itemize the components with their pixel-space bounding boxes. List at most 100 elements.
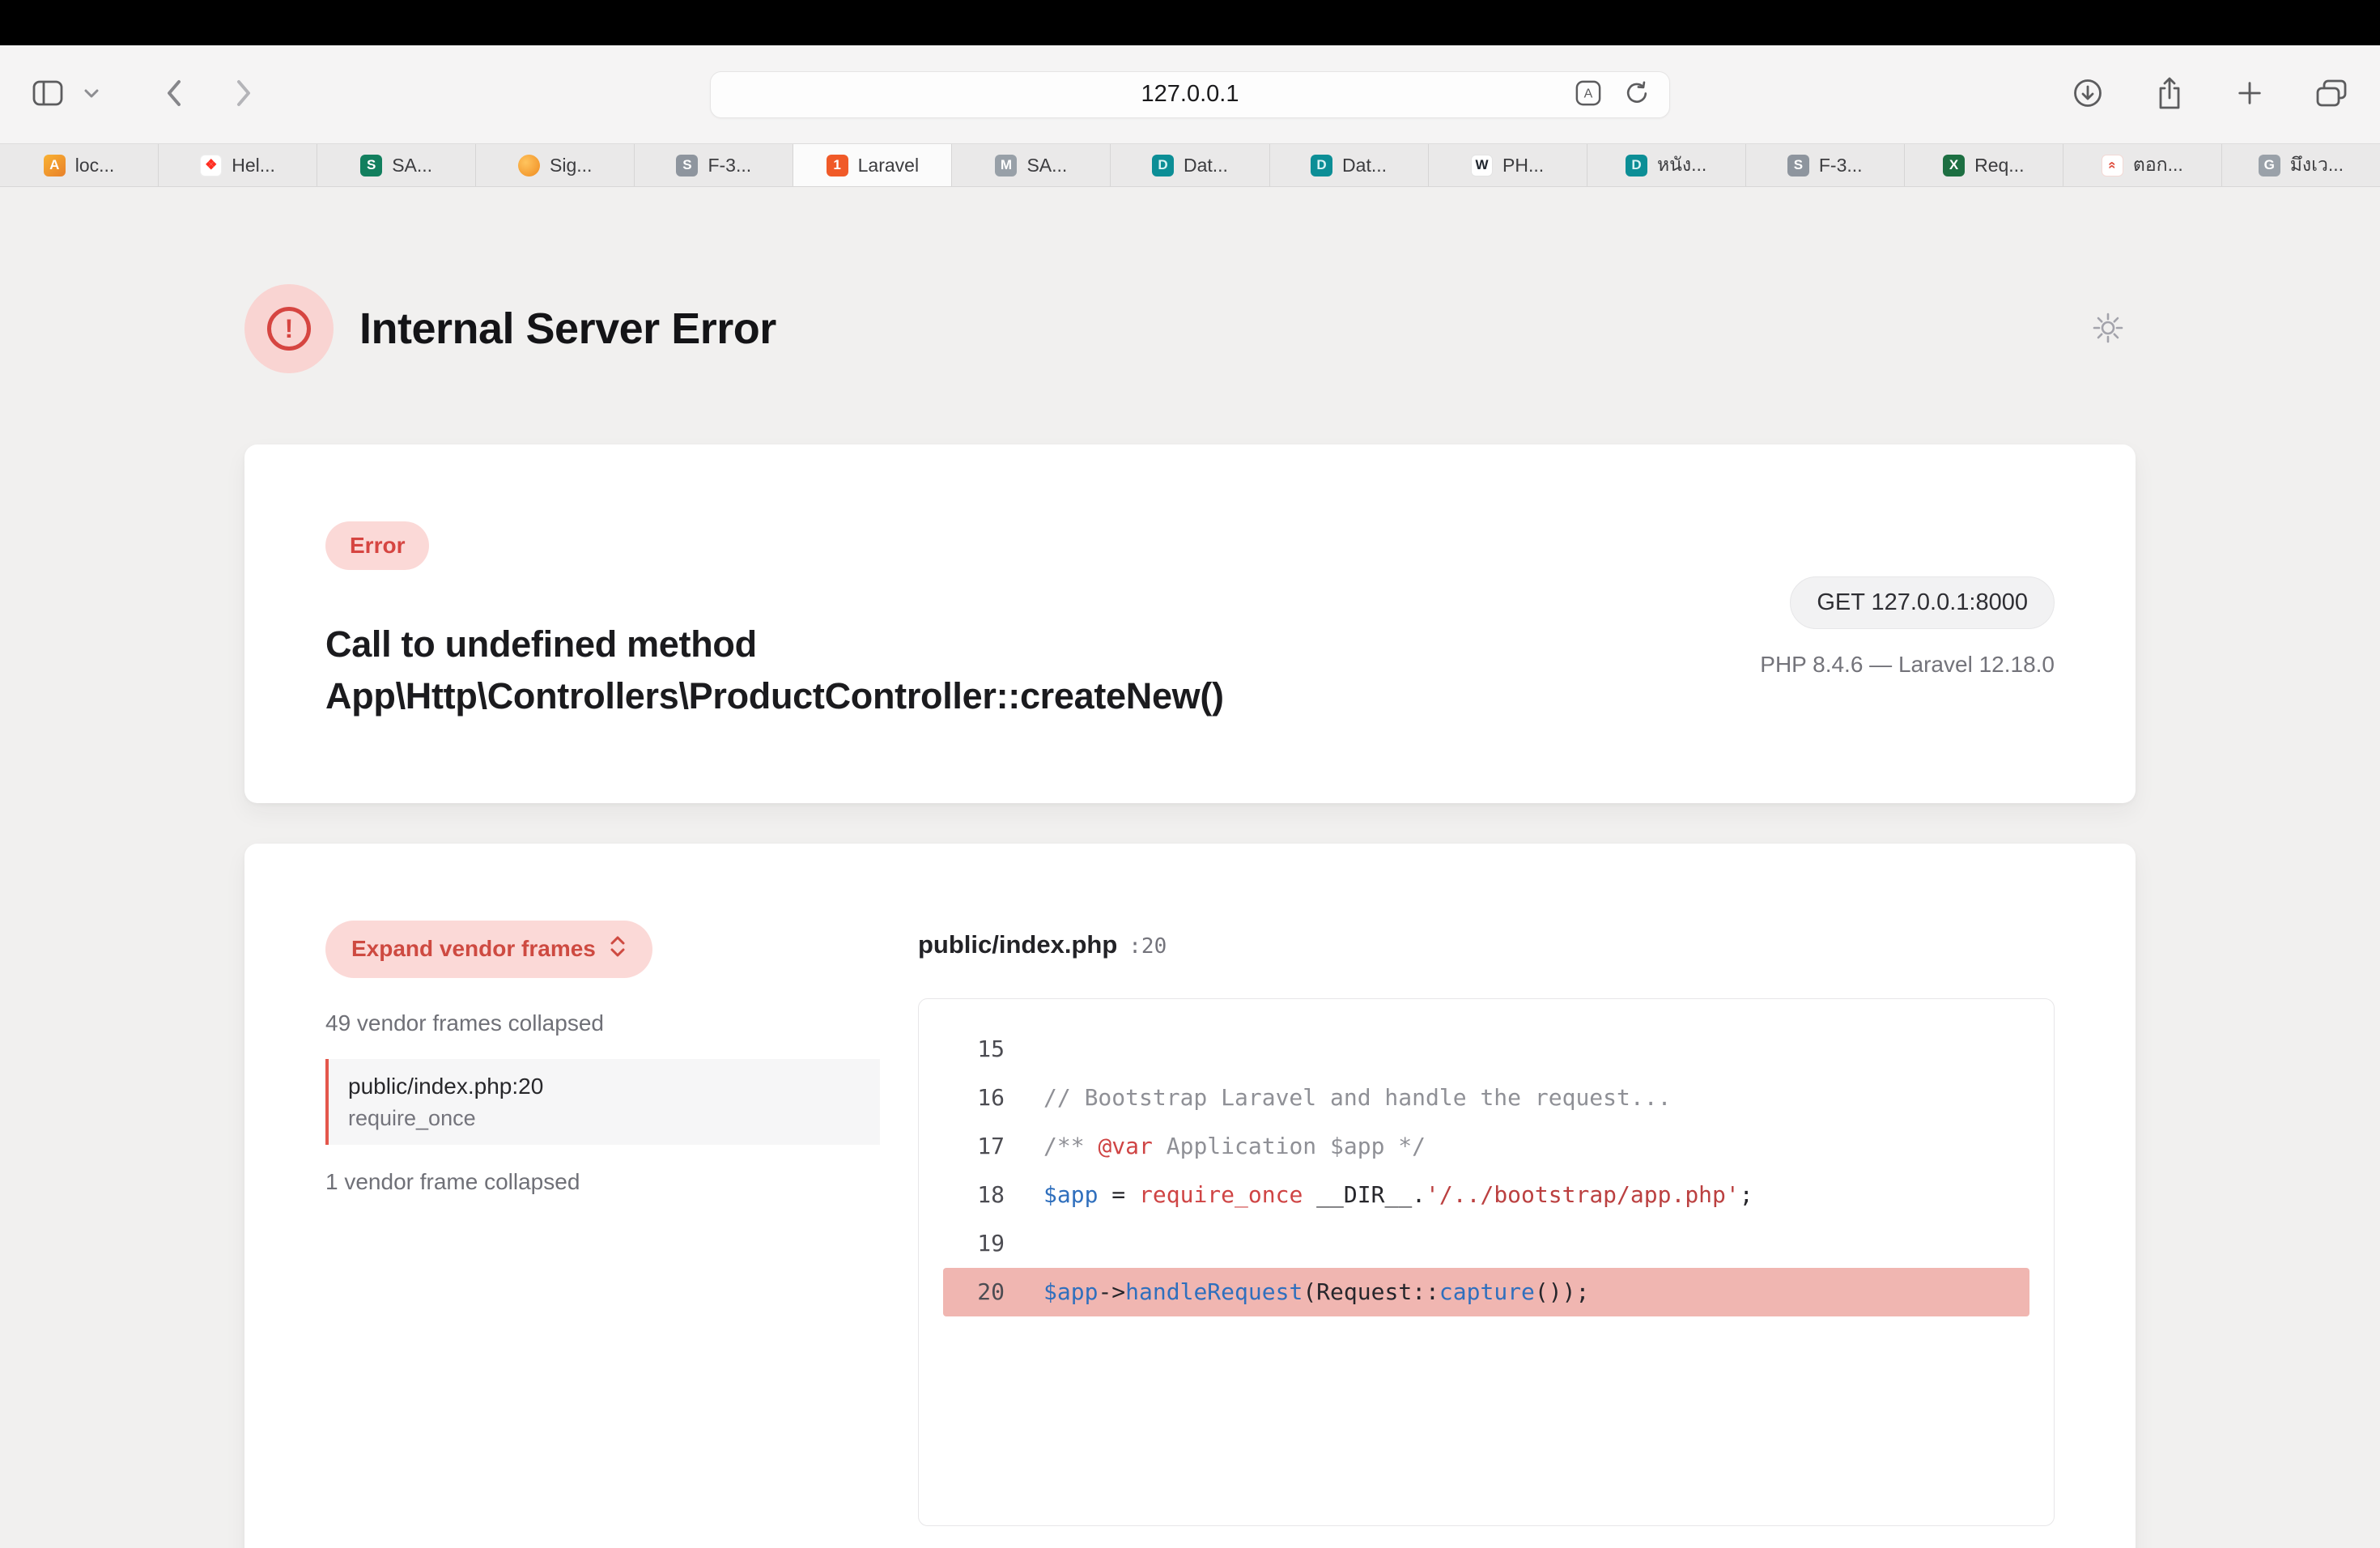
sun-icon: [2092, 334, 2124, 347]
tab-11[interactable]: D หนัง...: [1587, 144, 1746, 186]
exception-card: Error Call to undefined method App\Http\…: [244, 444, 2136, 803]
exception-main: Error Call to undefined method App\Http\…: [325, 521, 1499, 722]
gray-s-icon: S: [1787, 155, 1809, 176]
tab-label: F-3...: [708, 155, 751, 176]
error-type-badge: Error: [325, 521, 429, 570]
tab-1[interactable]: Aloc...: [0, 144, 159, 186]
tab-label: มึงเว...: [2290, 151, 2344, 180]
back-button[interactable]: [160, 74, 188, 115]
request-method-badge: GET 127.0.0.1:8000: [1790, 576, 2055, 629]
teal-app-icon: D: [1152, 155, 1174, 176]
tab-5[interactable]: S F-3...: [635, 144, 793, 186]
tab-label: PH...: [1502, 155, 1544, 176]
tab-label: loc...: [75, 155, 115, 176]
exclamation-icon: !: [267, 307, 311, 351]
sidebar-chevron-button[interactable]: [79, 83, 104, 105]
tab-label: F-3...: [1819, 155, 1863, 176]
new-tab-button[interactable]: [2231, 74, 2268, 114]
code-line-17: 17/** @var Application $app */: [943, 1122, 2029, 1171]
chevron-down-icon: [84, 88, 99, 100]
tab-6[interactable]: 1 Laravel: [793, 144, 952, 186]
tab-14[interactable]: « ตอก...: [2063, 144, 2222, 186]
sidebar-icon: [32, 80, 63, 108]
code-line-15: 15: [943, 1025, 2029, 1074]
orange-ball-icon: [518, 155, 540, 176]
laravel-icon: ❖: [200, 155, 222, 176]
share-button[interactable]: [2150, 70, 2189, 118]
code-line-ref: :20: [1128, 934, 1167, 959]
exception-message: Call to undefined method App\Http\Contro…: [325, 619, 1499, 722]
orange-one-icon: 1: [827, 155, 848, 176]
translate-icon: A: [1575, 80, 1601, 108]
tab-2[interactable]: ❖ Hel...: [159, 144, 317, 186]
url-text: 127.0.0.1: [1141, 81, 1239, 108]
pma-icon: A: [44, 155, 66, 176]
page-title: Internal Server Error: [359, 304, 776, 354]
expand-vendor-frames-label: Expand vendor frames: [351, 936, 596, 962]
chevron-up-down-icon: [609, 934, 627, 964]
gray-s-icon: S: [676, 155, 698, 176]
tab-9[interactable]: D Dat...: [1270, 144, 1429, 186]
tab-strip: Aloc... ❖ Hel... S SA... Sig... S F-3... 1 Larave…: [0, 144, 2380, 187]
url-bar[interactable]: 127.0.0.1 A: [710, 71, 1670, 118]
tab-4[interactable]: Sig...: [476, 144, 635, 186]
teal-app-icon: D: [1311, 155, 1332, 176]
php-laravel-versions: PHP 8.4.6 — Laravel 12.18.0: [1760, 652, 2055, 678]
chevron-right-icon: [235, 79, 253, 110]
stack-frames-column: Expand vendor frames 49 vendor frames co…: [325, 921, 880, 1548]
green-s-icon: S: [360, 155, 382, 176]
sidebar-toggle-button[interactable]: [28, 75, 68, 113]
expand-vendor-frames-button[interactable]: Expand vendor frames: [325, 921, 652, 978]
code-line-20: 20$app->handleRequest(Request::capture()…: [943, 1268, 2029, 1316]
tab-label: Req...: [1974, 155, 2024, 176]
excel-icon: X: [1943, 155, 1965, 176]
reload-button[interactable]: [1619, 75, 1655, 113]
translate-button[interactable]: A: [1570, 75, 1606, 113]
tab-label: SA...: [1026, 155, 1067, 176]
tab-label: Dat...: [1184, 155, 1228, 176]
gray-g-icon: G: [2259, 155, 2280, 176]
vendor-frames-collapsed-bottom: 1 vendor frame collapsed: [325, 1169, 880, 1195]
tab-label: Sig...: [550, 155, 592, 176]
exception-meta: GET 127.0.0.1:8000 PHP 8.4.6 — Laravel 1…: [1760, 521, 2055, 722]
teal-app-icon: D: [1626, 155, 1647, 176]
macos-menu-bar: [0, 0, 2380, 45]
download-icon: [2072, 78, 2103, 111]
tab-15[interactable]: G มึงเว...: [2222, 144, 2380, 186]
tab-label: Dat...: [1342, 155, 1387, 176]
toolbar-right: [1670, 70, 2352, 118]
code-line-18: 18$app = require_once __DIR__.'/../boots…: [943, 1171, 2029, 1219]
share-icon: [2155, 75, 2184, 113]
tab-label: Laravel: [858, 155, 919, 176]
w-icon: W: [1471, 155, 1493, 176]
tab-label: SA...: [392, 155, 432, 176]
code-line-19: 19: [943, 1219, 2029, 1268]
code-file-name: public/index.php: [918, 930, 1117, 959]
red-stack-icon: «: [2102, 155, 2123, 176]
browser-toolbar: 127.0.0.1 A: [0, 45, 2380, 144]
tab-7[interactable]: M SA...: [952, 144, 1111, 186]
reload-icon: [1624, 80, 1650, 108]
error-alert-icon: !: [244, 284, 334, 373]
tab-label: หนัง...: [1657, 151, 1706, 180]
plus-icon: [2236, 79, 2263, 109]
theme-toggle-button[interactable]: [2085, 305, 2131, 353]
tab-label: Hel...: [232, 155, 275, 176]
code-snippet: 1516// Bootstrap Laravel and handle the …: [918, 998, 2055, 1526]
tab-10[interactable]: W PH...: [1429, 144, 1587, 186]
stack-frame-selected[interactable]: public/index.php:20 require_once: [325, 1059, 880, 1145]
svg-text:A: A: [1584, 87, 1593, 101]
tab-label: ตอก...: [2133, 151, 2183, 180]
tab-12[interactable]: S F-3...: [1746, 144, 1905, 186]
page-content: ! Internal Server Error Error Call to un…: [0, 187, 2380, 1548]
tab-3[interactable]: S SA...: [317, 144, 476, 186]
forward-button[interactable]: [230, 74, 257, 115]
gray-m-icon: M: [995, 155, 1017, 176]
code-preview-column: public/index.php :20 1516// Bootstrap La…: [918, 921, 2055, 1548]
tab-overview-button[interactable]: [2310, 74, 2352, 115]
frame-method: require_once: [348, 1104, 861, 1132]
tab-13[interactable]: X Req...: [1905, 144, 2063, 186]
frame-file: public/index.php:20: [348, 1072, 861, 1101]
tab-8[interactable]: D Dat...: [1111, 144, 1269, 186]
downloads-button[interactable]: [2068, 73, 2108, 116]
